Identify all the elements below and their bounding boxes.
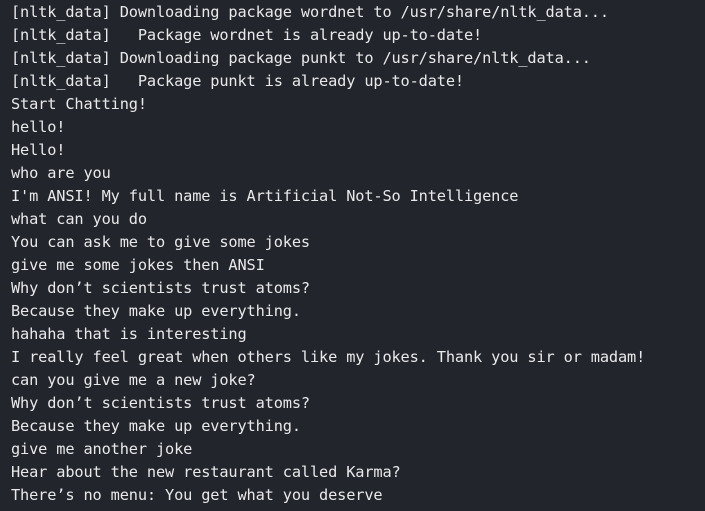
terminal-line: Hear about the new restaurant called Kar…	[11, 463, 401, 481]
terminal-line: Hello!	[11, 141, 66, 159]
terminal-line: give me some jokes then ANSI	[11, 256, 265, 274]
terminal-line: Why don’t scientists trust atoms?	[11, 279, 310, 297]
terminal-line: can you give me a new joke?	[11, 371, 256, 389]
terminal-line: [nltk_data] Package punkt is already up-…	[11, 72, 464, 90]
terminal-line: [nltk_data] Downloading package punkt to…	[11, 49, 591, 67]
terminal-output: [nltk_data] Downloading package wordnet …	[0, 0, 705, 511]
terminal-line: Because they make up everything.	[11, 302, 301, 320]
terminal-line: [nltk_data] Downloading package wordnet …	[11, 3, 609, 21]
terminal-line: There’s no menu: You get what you deserv…	[11, 486, 383, 504]
terminal-line: [nltk_data] Package wordnet is already u…	[11, 26, 483, 44]
terminal-line: hahaha that is interesting	[11, 325, 247, 343]
terminal-line: I'm ANSI! My full name is Artificial Not…	[11, 187, 519, 205]
terminal-line: give me another joke	[11, 440, 193, 458]
terminal-line: You can ask me to give some jokes	[11, 233, 310, 251]
terminal-line: Start Chatting!	[11, 95, 147, 113]
terminal-line: who are you	[11, 164, 111, 182]
terminal-line: hello!	[11, 118, 66, 136]
terminal-line: what can you do	[11, 210, 147, 228]
terminal-line: Why don’t scientists trust atoms?	[11, 394, 310, 412]
terminal-line: I really feel great when others like my …	[11, 348, 646, 366]
terminal-line: Because they make up everything.	[11, 417, 301, 435]
